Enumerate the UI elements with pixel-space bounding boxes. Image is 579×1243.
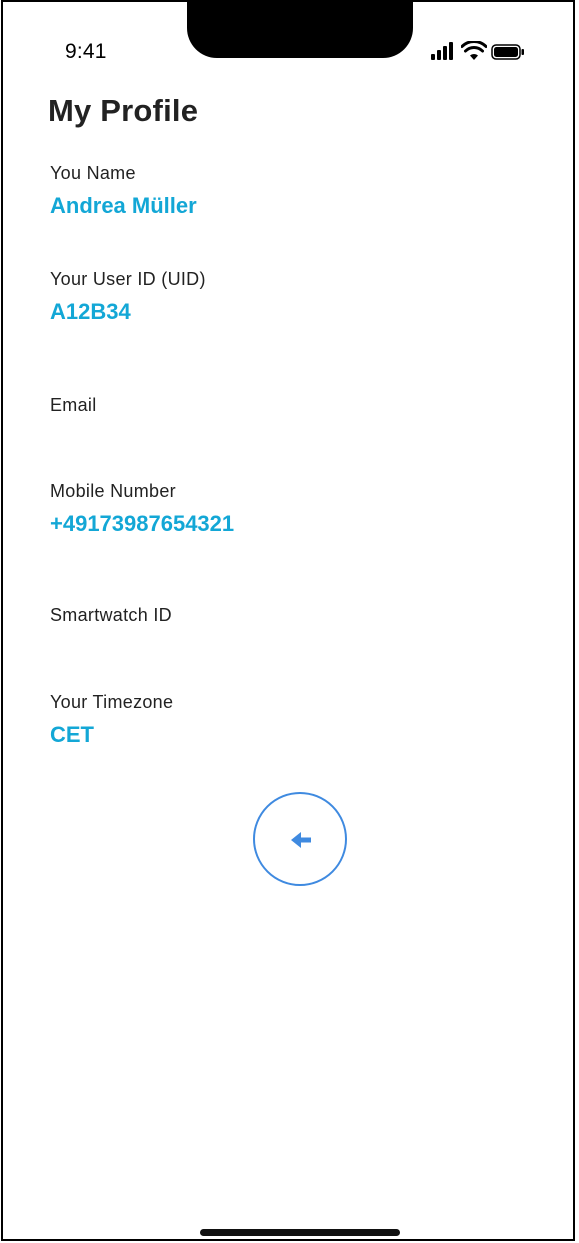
email-label: Email — [50, 395, 97, 415]
field-name: You Name Andrea Müller — [50, 162, 197, 220]
page-title: My Profile — [48, 93, 199, 128]
device-notch — [187, 2, 413, 58]
status-icons — [429, 41, 549, 62]
phone-screen: 9:41 My Profile You Name Andrea Müller Y… — [1, 0, 575, 1241]
battery-icon — [491, 44, 524, 60]
status-time: 9:41 — [65, 40, 107, 63]
uid-value: A12B34 — [50, 299, 131, 324]
field-smartwatch: Smartwatch ID — [50, 604, 172, 634]
mobile-value: +49173987654321 — [50, 511, 235, 536]
home-indicator[interactable] — [200, 1229, 400, 1236]
field-email: Email — [50, 394, 97, 424]
field-mobile: Mobile Number +49173987654321 — [50, 480, 234, 538]
field-timezone: Your Timezone CET — [50, 691, 173, 749]
timezone-label: Your Timezone — [50, 692, 174, 712]
smartwatch-label: Smartwatch ID — [50, 605, 172, 625]
wifi-icon — [461, 41, 487, 60]
mobile-label: Mobile Number — [50, 481, 176, 501]
signal-icon — [431, 42, 453, 60]
name-label: You Name — [50, 163, 136, 183]
name-value: Andrea Müller — [50, 193, 197, 218]
timezone-value: CET — [50, 722, 94, 747]
arrow-left-icon — [291, 832, 311, 848]
field-uid: Your User ID (UID) A12B34 — [50, 268, 206, 326]
uid-label: Your User ID (UID) — [50, 269, 206, 289]
back-button[interactable] — [253, 792, 347, 886]
